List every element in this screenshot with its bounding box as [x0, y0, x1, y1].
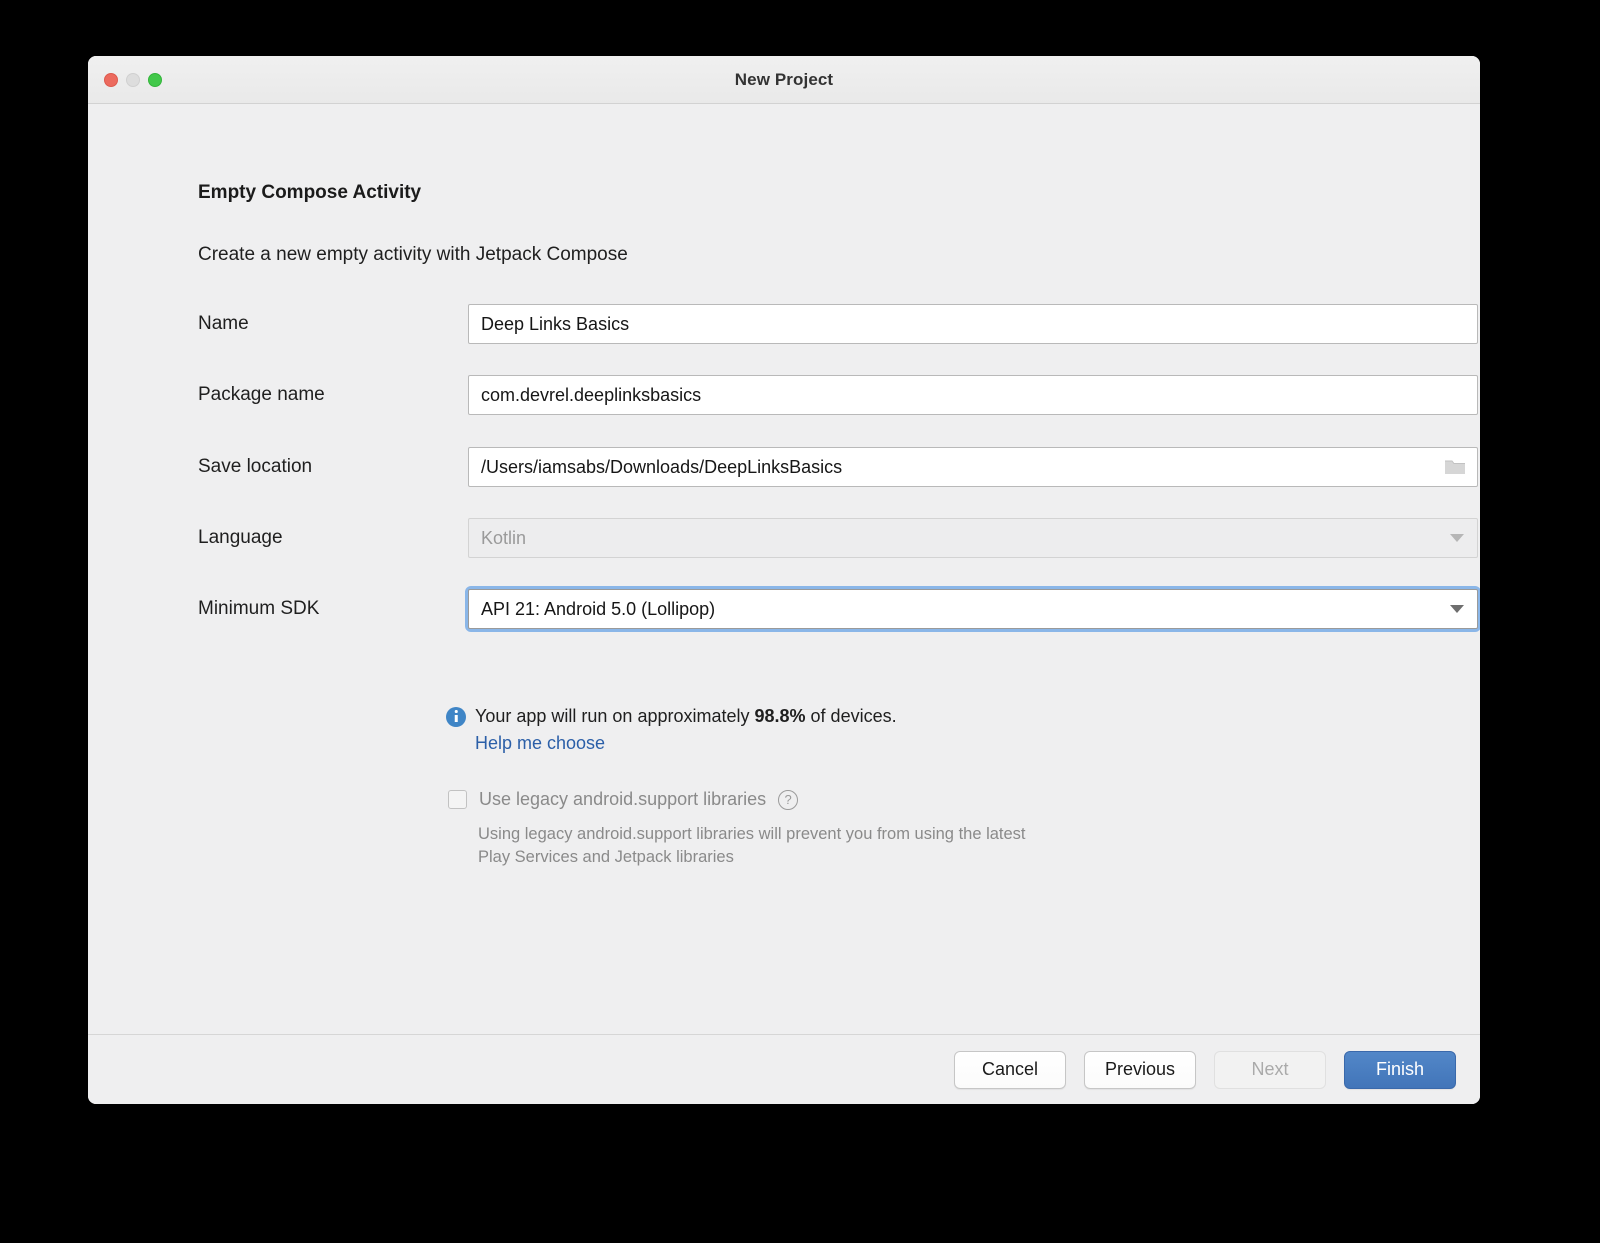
question-mark-icon[interactable]: ? — [778, 790, 798, 810]
package-name-control — [468, 375, 1478, 415]
page-title: Empty Compose Activity — [198, 182, 421, 204]
minimum-sdk-select[interactable]: API 21: Android 5.0 (Lollipop) — [468, 589, 1478, 629]
coverage-text-before: Your app will run on approximately — [475, 706, 755, 726]
save-location-label: Save location — [198, 456, 312, 478]
new-project-dialog: New Project Empty Compose Activity Creat… — [88, 56, 1480, 1104]
info-icon — [446, 707, 466, 727]
chevron-down-icon[interactable] — [1450, 605, 1464, 613]
legacy-support-label: Use legacy android.support libraries — [479, 789, 766, 810]
save-location-input[interactable] — [468, 447, 1478, 487]
window-title: New Project — [88, 70, 1480, 90]
legacy-support-description: Using legacy android.support libraries w… — [478, 823, 1038, 870]
name-input[interactable] — [468, 304, 1478, 344]
name-control — [468, 304, 1478, 344]
language-control: Kotlin — [468, 518, 1478, 558]
legacy-support-checkbox-row[interactable]: Use legacy android.support libraries ? — [448, 789, 798, 810]
language-select: Kotlin — [468, 518, 1478, 558]
form-row-save-location: Save location — [198, 447, 1378, 487]
window-titlebar: New Project — [88, 56, 1480, 104]
page-subtitle: Create a new empty activity with Jetpack… — [198, 244, 628, 266]
form-row-minimum-sdk: Minimum SDK API 21: Android 5.0 (Lollipo… — [198, 589, 1378, 629]
package-name-label: Package name — [198, 384, 325, 406]
form-row-package-name: Package name — [198, 375, 1378, 415]
save-location-control — [468, 447, 1478, 487]
legacy-support-checkbox[interactable] — [448, 790, 467, 809]
package-name-input[interactable] — [468, 375, 1478, 415]
coverage-text-line: Your app will run on approximately 98.8%… — [446, 706, 897, 727]
form-row-language: Language Kotlin — [198, 518, 1378, 558]
coverage-text-after: of devices. — [806, 706, 897, 726]
coverage-text: Your app will run on approximately 98.8%… — [475, 706, 897, 727]
help-me-choose-link[interactable]: Help me choose — [475, 733, 605, 754]
language-label: Language — [198, 527, 283, 549]
dialog-footer: Cancel Previous Next Finish — [88, 1034, 1480, 1104]
previous-button[interactable]: Previous — [1084, 1051, 1196, 1089]
cancel-button[interactable]: Cancel — [954, 1051, 1066, 1089]
coverage-percent: 98.8% — [755, 706, 806, 726]
dialog-body: Empty Compose Activity Create a new empt… — [88, 104, 1480, 1034]
form-row-name: Name — [198, 304, 1378, 344]
chevron-down-icon — [1450, 534, 1464, 542]
finish-button[interactable]: Finish — [1344, 1051, 1456, 1089]
footer-buttons: Cancel Previous Next Finish — [954, 1051, 1456, 1089]
sdk-device-coverage-info: Your app will run on approximately 98.8%… — [446, 706, 897, 754]
language-selected-value: Kotlin — [469, 528, 526, 549]
name-label: Name — [198, 313, 249, 335]
minimum-sdk-selected-value: API 21: Android 5.0 (Lollipop) — [469, 599, 715, 620]
minimum-sdk-label: Minimum SDK — [198, 598, 319, 620]
next-button: Next — [1214, 1051, 1326, 1089]
